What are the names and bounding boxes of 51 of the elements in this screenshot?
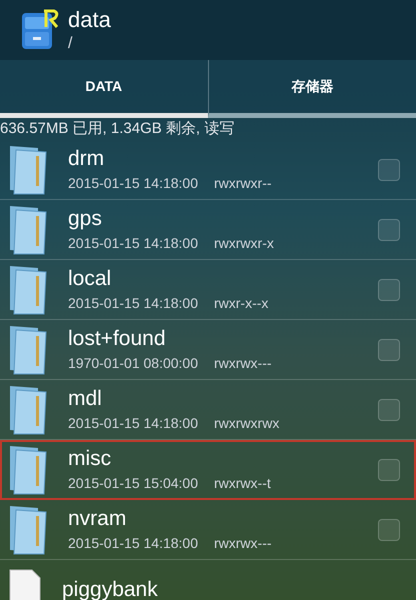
modified-date: 1970-01-01 08:00:00 [68,354,198,373]
file-row[interactable]: nvram 2015-01-15 14:18:00 rwxrwx--- [0,500,416,560]
file-name: drm [68,146,106,172]
permissions: rwxrwx--- [214,534,272,553]
file-row[interactable]: local 2015-01-15 14:18:00 rwxr-x--x [0,260,416,320]
tab[interactable]: 存储器 [208,60,416,118]
folder-icon [8,204,48,256]
modified-date: 2015-01-15 14:18:00 [68,294,198,313]
file-row[interactable]: misc 2015-01-15 15:04:00 rwxrwx--t [0,440,416,500]
permissions: rwxrwx--- [214,354,272,373]
file-row[interactable]: drm 2015-01-15 14:18:00 rwxrwxr-- [0,140,416,200]
select-checkbox[interactable] [378,278,400,300]
file-icon [8,568,42,600]
tab[interactable]: DATA [0,60,208,118]
file-name: lost+found [68,326,166,352]
modified-date: 2015-01-15 14:18:00 [68,174,198,193]
select-checkbox[interactable] [378,518,400,540]
file-name: mdl [68,386,103,412]
select-checkbox[interactable] [378,158,400,180]
file-row[interactable]: lost+found 1970-01-01 08:00:00 rwxrwx--- [0,320,416,380]
permissions: rwxrwxr-x [214,234,274,253]
permissions: rwxrwxrwx [214,414,280,433]
file-row[interactable]: piggybank [0,560,416,600]
folder-icon [8,444,48,496]
modified-date: 2015-01-15 15:04:00 [68,474,198,493]
modified-date: 2015-01-15 14:18:00 [68,534,198,553]
select-checkbox[interactable] [378,338,400,360]
folder-icon [8,384,48,436]
file-name: gps [68,206,103,232]
file-row[interactable]: mdl 2015-01-15 14:18:00 rwxrwxrwx [0,380,416,440]
permissions: rwxr-x--x [214,294,268,313]
file-row[interactable]: gps 2015-01-15 14:18:00 rwxrwxr-x [0,200,416,260]
folder-icon [8,144,48,196]
select-checkbox[interactable] [378,398,400,420]
select-checkbox[interactable] [378,218,400,240]
file-name: local [68,266,112,292]
permissions: rwxrwxr-- [214,174,272,193]
storage-info: 636.57MB 已用, 1.34GB 剩余, 读写 [0,119,236,139]
select-checkbox[interactable] [378,458,400,480]
file-name: piggybank [62,576,159,600]
modified-date: 2015-01-15 14:18:00 [68,414,198,433]
file-name: misc [68,446,112,472]
folder-title: data [68,6,111,34]
folder-icon [8,324,48,376]
folder-icon [8,264,48,316]
permissions: rwxrwx--t [214,474,271,493]
app-logo-icon [20,9,60,51]
folder-icon [8,504,48,556]
folder-path: / [68,34,74,54]
modified-date: 2015-01-15 14:18:00 [68,234,198,253]
file-name: nvram [68,506,128,532]
